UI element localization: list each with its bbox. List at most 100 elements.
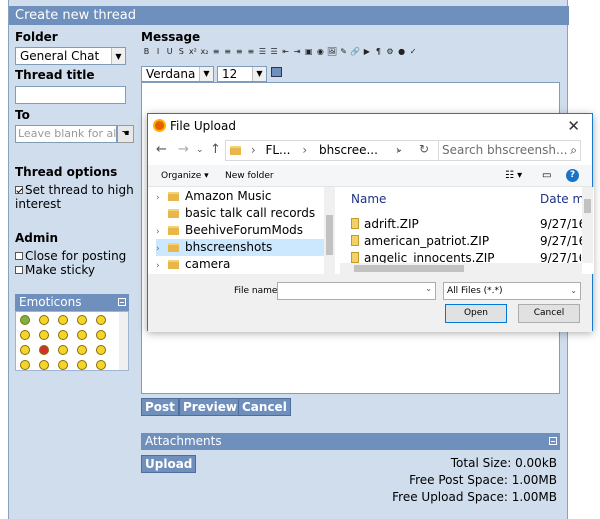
toolbar-button[interactable]: ⇥ xyxy=(292,46,303,57)
toolbar-button[interactable]: 🔗 xyxy=(350,46,361,57)
toolbar-button[interactable]: x₂ xyxy=(199,46,210,57)
toolbar-button[interactable]: ▶ xyxy=(361,46,372,57)
toolbar-button[interactable]: ☰ xyxy=(257,46,268,57)
recipient-picker-button[interactable]: ☚ xyxy=(117,125,134,143)
up-arrow-icon[interactable]: ↑ xyxy=(210,142,221,157)
nav-item[interactable]: basic talk call records xyxy=(156,205,324,222)
smiley-icon[interactable] xyxy=(39,360,49,370)
toolbar-button[interactable]: S xyxy=(176,46,187,57)
smiley-icon[interactable] xyxy=(96,360,106,370)
nav-item-label: Amazon Music xyxy=(185,189,272,203)
scrollbar-thumb[interactable] xyxy=(584,199,591,213)
smiley-icon[interactable] xyxy=(77,330,87,340)
post-button[interactable]: Post xyxy=(141,398,179,416)
color-picker-icon[interactable] xyxy=(271,67,282,77)
file-row[interactable]: angelic_innocents.ZIP 9/27/16 xyxy=(351,251,581,263)
file-row[interactable]: american_patriot.ZIP 9/27/16 xyxy=(351,234,586,248)
smiley-icon[interactable] xyxy=(39,315,49,325)
collapse-icon[interactable] xyxy=(118,298,126,306)
nav-item[interactable]: › camera xyxy=(156,256,324,273)
toolbar-button[interactable]: ● xyxy=(396,46,407,57)
preview-button[interactable]: Preview xyxy=(179,398,242,416)
forward-arrow-icon[interactable]: → xyxy=(178,142,189,157)
help-icon[interactable]: ? xyxy=(566,169,579,182)
folder-select[interactable]: General Chat ▼ xyxy=(15,47,126,65)
file-list-vscrollbar[interactable] xyxy=(582,187,593,263)
toolbar-button[interactable]: ▣ xyxy=(303,46,314,57)
toolbar-button[interactable]: I xyxy=(153,46,164,57)
smiley-icon[interactable] xyxy=(77,360,87,370)
cancel-button[interactable]: Cancel xyxy=(238,398,291,416)
toolbar-button[interactable]: ⚙ xyxy=(384,46,395,57)
refresh-icon[interactable]: ↻ xyxy=(419,142,429,156)
smiley-icon[interactable] xyxy=(20,360,30,370)
toolbar-button[interactable]: 🖼 xyxy=(327,46,338,57)
thread-title-input[interactable] xyxy=(15,86,126,104)
font-select[interactable]: Verdana ▼ xyxy=(141,66,214,82)
breadcrumb-item[interactable]: FL... xyxy=(265,143,290,157)
smiley-icon[interactable] xyxy=(77,315,87,325)
new-folder-button[interactable]: New folder xyxy=(225,165,274,187)
breadcrumb-item[interactable]: bhscree... xyxy=(319,143,378,157)
nav-item[interactable]: › BeehiveForumMods xyxy=(156,222,324,239)
devil-smiley-icon[interactable] xyxy=(39,345,49,355)
preview-pane-icon[interactable]: ▭ xyxy=(542,165,551,187)
nav-item-selected[interactable]: › bhscreenshots xyxy=(156,239,324,256)
emoticons-scrollbar[interactable] xyxy=(119,312,128,370)
toolbar-button[interactable]: ¶ xyxy=(373,46,384,57)
scrollbar-thumb[interactable] xyxy=(326,215,333,255)
emoticons-header[interactable]: Emoticons xyxy=(15,294,129,311)
upload-button[interactable]: Upload xyxy=(141,455,197,473)
smiley-icon[interactable] xyxy=(20,315,30,325)
smiley-icon[interactable] xyxy=(20,330,30,340)
close-icon[interactable]: ✕ xyxy=(567,114,580,138)
toolbar-button[interactable]: ◉ xyxy=(315,46,326,57)
smiley-icon[interactable] xyxy=(96,345,106,355)
smiley-icon[interactable] xyxy=(77,345,87,355)
to-input[interactable]: Leave blank for all xyxy=(15,125,117,143)
nav-item[interactable]: › Amazon Music xyxy=(156,188,324,205)
toolbar-button[interactable]: ☰ xyxy=(269,46,280,57)
file-type-select[interactable]: All Files (*.*) ⌄ xyxy=(443,282,581,300)
smiley-icon[interactable] xyxy=(39,330,49,340)
nav-pane-scrollbar[interactable] xyxy=(324,187,335,274)
search-input[interactable]: Search bhscreensh... ⌕ xyxy=(438,140,581,161)
smiley-icon[interactable] xyxy=(58,360,68,370)
scrollbar-thumb[interactable] xyxy=(354,265,464,272)
smiley-icon[interactable] xyxy=(20,345,30,355)
collapse-icon[interactable] xyxy=(549,437,557,445)
column-header-name[interactable]: Name xyxy=(351,192,386,206)
organize-button[interactable]: Organize ▾ xyxy=(161,165,209,187)
chevron-down-icon[interactable]: ⌄ xyxy=(196,145,204,155)
dropdown-icon[interactable]: ⌄ xyxy=(395,144,403,155)
toolbar-button[interactable]: B xyxy=(141,46,152,57)
toolbar-button[interactable]: U xyxy=(164,46,175,57)
size-select[interactable]: 12 ▼ xyxy=(217,66,267,82)
smiley-icon[interactable] xyxy=(58,345,68,355)
back-arrow-icon[interactable]: ← xyxy=(156,142,167,157)
high-interest-checkbox[interactable]: Set thread to high interest xyxy=(15,183,140,211)
attachments-header[interactable]: Attachments xyxy=(141,433,560,450)
toolbar-button[interactable]: ✓ xyxy=(408,46,419,57)
smiley-icon[interactable] xyxy=(96,315,106,325)
dialog-cancel-button[interactable]: Cancel xyxy=(518,304,580,323)
open-button[interactable]: Open xyxy=(445,304,507,323)
smiley-icon[interactable] xyxy=(58,315,68,325)
toolbar-button[interactable]: x² xyxy=(187,46,198,57)
toolbar-button[interactable]: ≡ xyxy=(211,46,222,57)
smiley-icon[interactable] xyxy=(58,330,68,340)
file-list-hscrollbar[interactable] xyxy=(340,263,582,274)
toolbar-button[interactable]: ≡ xyxy=(245,46,256,57)
toolbar-button[interactable]: ⇤ xyxy=(280,46,291,57)
view-options-icon[interactable]: ☷ ▾ xyxy=(505,165,522,187)
close-for-posting-checkbox[interactable]: Close for posting xyxy=(15,249,126,263)
smiley-icon[interactable] xyxy=(96,330,106,340)
toolbar-button[interactable]: ✎ xyxy=(338,46,349,57)
toolbar-button[interactable]: ≡ xyxy=(222,46,233,57)
file-row[interactable]: adrift.ZIP 9/27/16 xyxy=(351,217,586,231)
chevron-down-icon: ▼ xyxy=(252,67,266,81)
column-header-date[interactable]: Date m xyxy=(540,192,584,206)
file-name-input[interactable]: ⌄ xyxy=(277,282,436,300)
make-sticky-checkbox[interactable]: Make sticky xyxy=(15,263,95,277)
toolbar-button[interactable]: ≡ xyxy=(234,46,245,57)
